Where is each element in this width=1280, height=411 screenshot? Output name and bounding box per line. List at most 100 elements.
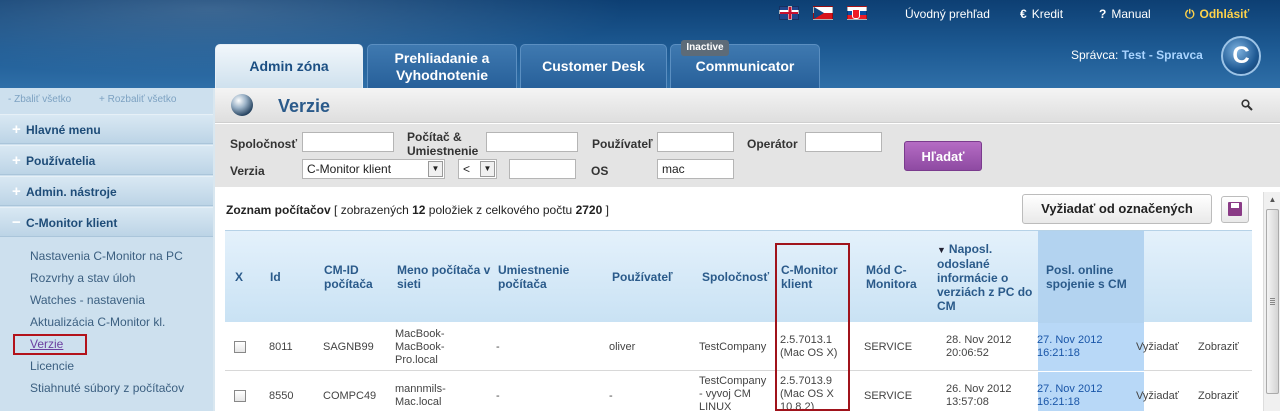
chevron-down-icon: ▼ [480,161,495,177]
company-input[interactable] [302,132,394,152]
request-link[interactable]: Vyžiadať [1136,372,1179,411]
collapse-all-link[interactable]: - Zbaliť všetko [8,94,71,105]
cell-user: - [609,389,613,402]
cell-last-info: 26. Nov 2012 13:57:08 [946,383,1012,408]
plus-icon: + [12,152,21,169]
cell-computer-name: MacBook-MacBook-Pro.local [395,327,445,366]
table-header: X Id CM-ID počítača Meno počítača v siet… [225,230,1252,323]
col-last-sent-info[interactable]: ▼ Naposl. odoslané informácie o verziách … [937,231,1039,323]
cell-user: oliver [609,340,636,353]
search-button[interactable]: Hľadať [904,141,982,171]
c-monitor-logo: C [1221,36,1261,76]
power-icon: ⏻ [1185,7,1195,21]
sidebar: - Zbaliť všetko + Rozbaliť všetko + Hlavn… [0,88,213,411]
cell-mode: SERVICE [864,340,913,353]
sidebar-item-downloaded-files[interactable]: Stiahnuté súbory z počítačov [30,381,184,395]
cell-company: TestCompany - vyvoj CM LINUX [699,375,767,411]
expand-all-link[interactable]: + Rozbaliť všetko [99,94,176,105]
col-location[interactable]: Umiestnenie počítača [498,231,583,323]
version-select[interactable]: C-Monitor klient ▼ [302,159,445,179]
col-company[interactable]: Spoločnosť [702,231,782,323]
cell-last-info: 28. Nov 2012 20:06:52 [946,334,1012,359]
cell-company: TestCompany [699,340,767,353]
main-panel: Verzie Spoločnosť Počítač & Umiestnenie P… [215,88,1280,411]
cell-cmid: COMPC49 [323,389,377,402]
scroll-up-icon[interactable]: ▲ [1265,192,1280,207]
col-cmid[interactable]: CM-ID počítača [324,231,384,323]
globe-icon [231,94,253,116]
sidebar-item-schedules[interactable]: Rozvrhy a stav úloh [30,271,135,285]
sidebar-section-main-menu[interactable]: + Hlavné menu [0,114,213,144]
inactive-badge: Inactive [681,40,729,56]
computer-location-label: Počítač & Umiestnenie [407,130,479,158]
table-row[interactable]: 8011 SAGNB99 MacBook-MacBook-Pro.local -… [225,323,1252,371]
sidebar-section-users[interactable]: + Používatelia [0,145,213,175]
search-icon[interactable] [1241,99,1253,111]
col-select-all[interactable]: X [235,231,255,323]
tab-admin-zone[interactable]: Admin zóna [215,44,363,88]
versions-highlight-box [13,334,87,355]
show-link[interactable]: Zobraziť [1198,372,1239,411]
col-cmonitor-mode[interactable]: Mód C-Monitora [866,231,936,323]
tab-customer-desk[interactable]: Customer Desk [520,44,667,88]
col-user[interactable]: Používateľ [612,231,692,323]
sidebar-item-update[interactable]: Aktualizácia C-Monitor kl. [30,315,165,329]
admin-name: Test - Spravca [1121,48,1203,62]
total-count: 2720 [575,203,603,217]
os-input[interactable]: mac [657,159,734,179]
sidebar-section-cmonitor-client[interactable]: − C-Monitor klient [0,207,213,237]
computer-location-input[interactable] [486,132,578,152]
cell-mode: SERVICE [864,389,913,402]
manual-link[interactable]: ? Manual [1099,7,1151,21]
vertical-scrollbar[interactable]: ▲ [1263,192,1280,411]
save-disk-icon [1228,202,1242,216]
cell-location: - [496,389,500,402]
user-input[interactable] [657,132,734,152]
client-column-highlight-box [775,243,850,411]
page-title: Verzie [278,96,331,116]
save-button[interactable] [1221,196,1249,223]
cell-last-online: 27. Nov 2012 16:21:18 [1037,383,1103,408]
shown-count: 12 [412,203,426,217]
col-id[interactable]: Id [270,231,310,323]
version-label: Verzia [230,164,265,178]
list-caption: Zoznam počítačov [ zobrazených 12 položi… [226,203,609,217]
flag-cz-icon[interactable] [813,6,833,20]
compare-operator-select[interactable]: < ▼ [458,159,497,179]
row-checkbox[interactable] [234,341,246,353]
operator-input[interactable] [805,132,882,152]
request-from-selected-button[interactable]: Vyžiadať od označených [1022,194,1212,224]
minus-icon: − [12,214,21,231]
logout-link[interactable]: ⏻ Odhlásiť [1185,7,1249,22]
plus-icon: + [12,183,21,200]
flag-uk-icon[interactable] [779,6,799,20]
sort-desc-icon: ▼ [937,244,946,255]
show-link[interactable]: Zobraziť [1198,323,1239,371]
cell-id: 8011 [269,340,293,353]
tab-review-evaluation[interactable]: Prehliadanie a Vyhodnotenie [367,44,517,88]
col-computer-name[interactable]: Meno počítača v sieti [397,231,492,323]
credit-link[interactable]: € Kredit [1020,7,1063,21]
sidebar-section-admin-tools[interactable]: + Admin. nástroje [0,176,213,206]
admin-user-info: Správca: Test - Spravca [1071,48,1203,62]
sidebar-item-watches[interactable]: Watches - nastavenia [30,293,145,307]
flag-sk-icon[interactable] [847,6,867,20]
row-checkbox[interactable] [234,390,246,402]
request-link[interactable]: Vyžiadať [1136,323,1179,371]
home-overview-link[interactable]: Úvodný prehľad [905,7,990,21]
cell-location: - [496,340,500,353]
question-icon: ? [1099,7,1107,21]
table-row[interactable]: 8550 COMPC49 mannmils-Mac.local - - Test… [225,372,1252,411]
euro-icon: € [1020,7,1027,21]
sidebar-item-cmonitor-settings[interactable]: Nastavenia C-Monitor na PC [30,249,183,263]
col-last-online[interactable]: Posl. online spojenie s CM [1046,231,1136,323]
user-label: Používateľ [592,137,653,151]
version-number-input[interactable] [509,159,576,179]
cell-id: 8550 [269,389,294,402]
chevron-down-icon: ▼ [428,161,443,177]
cell-cmid: SAGNB99 [323,340,374,353]
sidebar-item-licenses[interactable]: Licencie [30,359,74,373]
filter-panel: Spoločnosť Počítač & Umiestnenie Používat… [215,124,1280,187]
scroll-thumb[interactable] [1266,209,1279,394]
cell-computer-name: mannmils-Mac.local [395,383,446,408]
